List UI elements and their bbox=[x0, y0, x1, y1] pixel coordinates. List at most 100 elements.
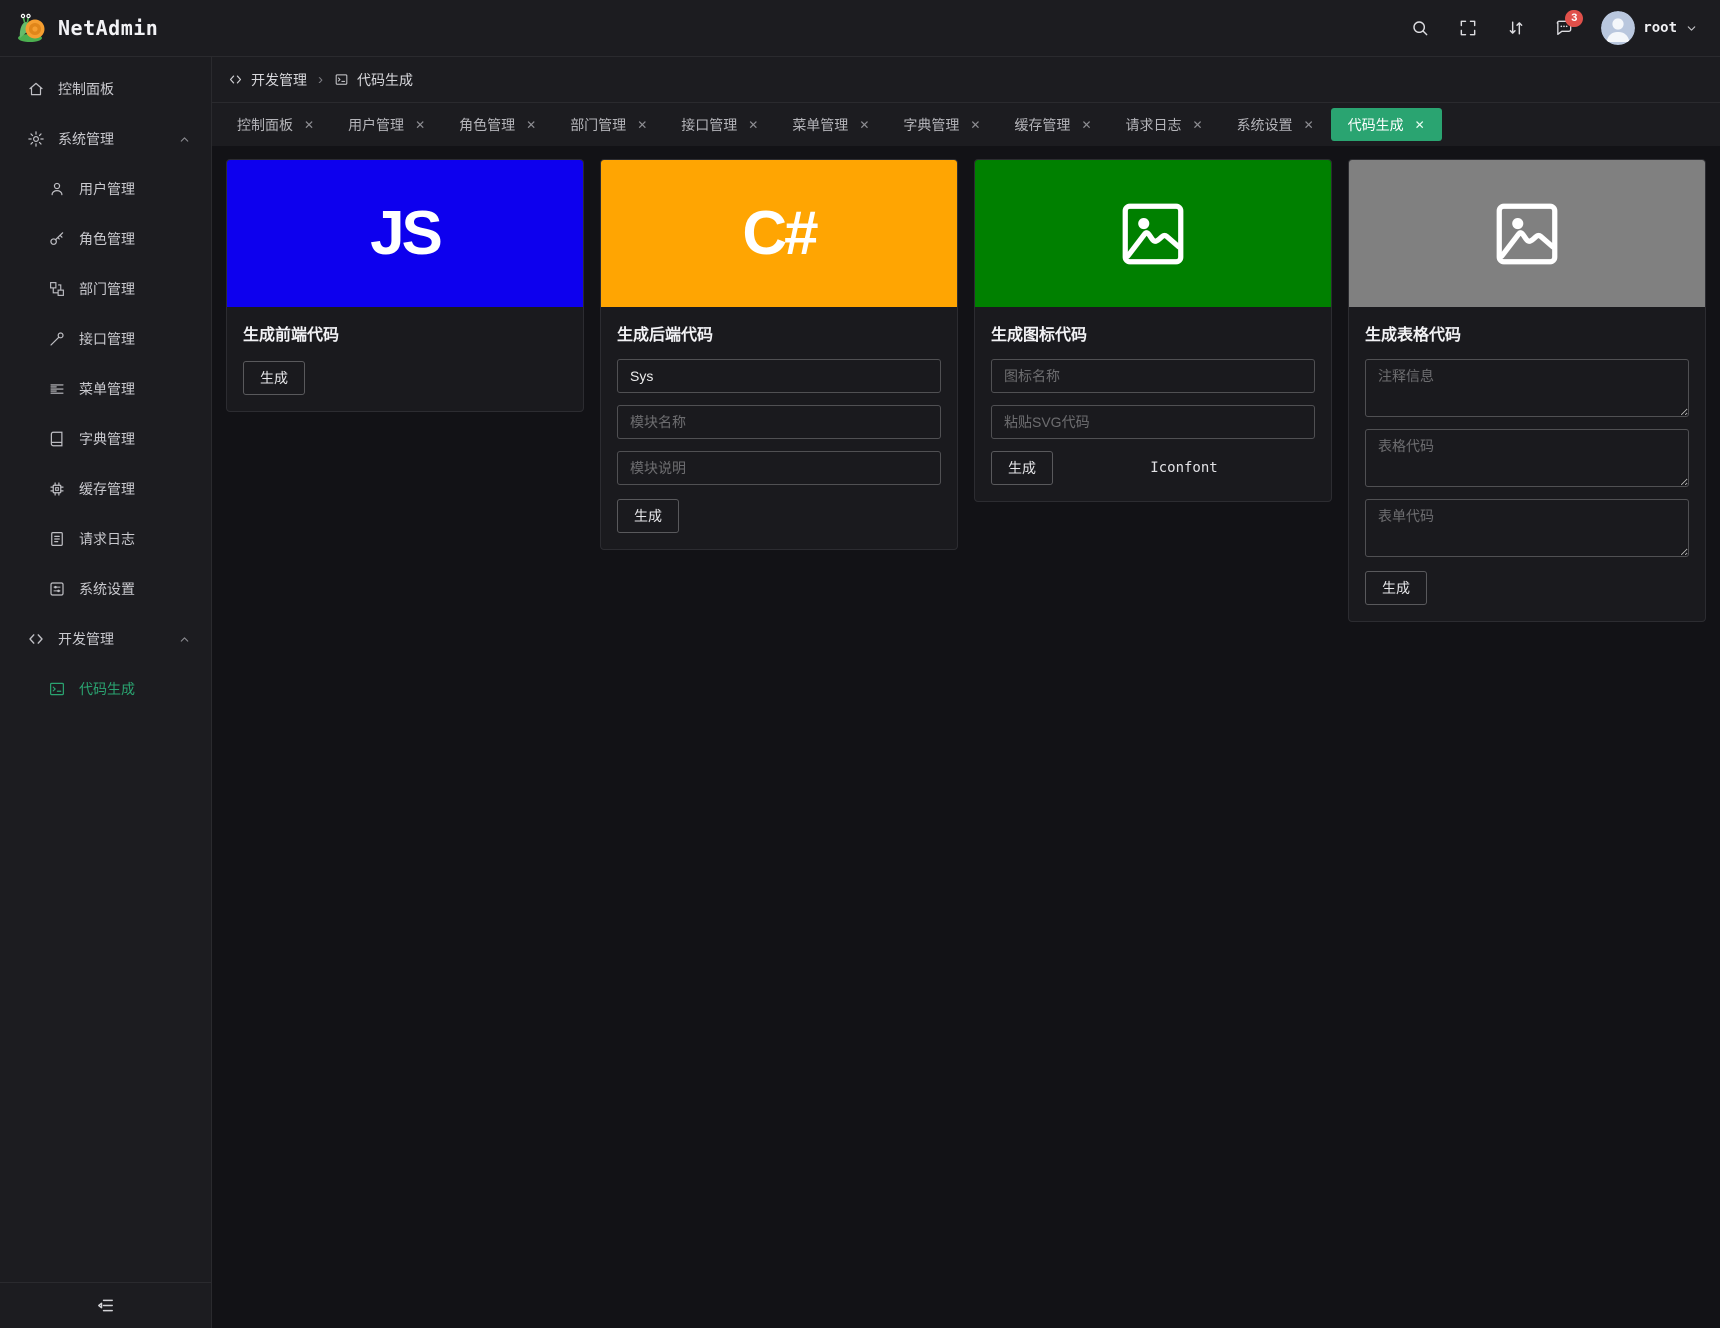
snail-icon bbox=[16, 12, 48, 44]
api-icon bbox=[48, 330, 66, 348]
sidebar-item-api[interactable]: 接口管理 bbox=[0, 317, 211, 361]
breadcrumb-item-development[interactable]: 开发管理 bbox=[228, 70, 307, 90]
module-name-input[interactable] bbox=[617, 405, 941, 439]
notifications-button[interactable]: 3 bbox=[1553, 10, 1584, 39]
sidebar-item-cache[interactable]: 缓存管理 bbox=[0, 467, 211, 511]
form-code-textarea[interactable] bbox=[1365, 499, 1689, 557]
tab-cache[interactable]: 缓存管理 ✕ bbox=[997, 108, 1108, 141]
code-icon bbox=[27, 630, 45, 648]
sidebar-item-departments[interactable]: 部门管理 bbox=[0, 267, 211, 311]
user-menu[interactable]: root bbox=[1601, 11, 1698, 45]
card-generate-icon: 生成图标代码 生成 Iconfont bbox=[974, 159, 1332, 502]
menu-fold-icon bbox=[96, 1296, 115, 1315]
close-icon[interactable]: ✕ bbox=[859, 119, 869, 131]
tab-code-generation[interactable]: 代码生成 ✕ bbox=[1330, 108, 1442, 141]
close-icon[interactable]: ✕ bbox=[637, 119, 647, 131]
home-icon bbox=[27, 80, 45, 98]
app-title: NetAdmin bbox=[58, 16, 159, 40]
swap-arrows-icon[interactable] bbox=[1505, 17, 1527, 39]
code-icon bbox=[228, 72, 243, 87]
chevron-up-icon bbox=[178, 633, 191, 646]
generate-icon-button[interactable]: 生成 bbox=[991, 451, 1053, 485]
search-icon[interactable] bbox=[1409, 17, 1431, 39]
module-description-input[interactable] bbox=[617, 451, 941, 485]
sidebar-item-system-settings[interactable]: 系统设置 bbox=[0, 567, 211, 611]
close-icon[interactable]: ✕ bbox=[526, 119, 536, 131]
org-icon bbox=[48, 280, 66, 298]
key-icon bbox=[48, 230, 66, 248]
backend-namespace-input[interactable] bbox=[617, 359, 941, 393]
close-icon[interactable]: ✕ bbox=[415, 119, 425, 131]
tab-dashboard[interactable]: 控制面板 ✕ bbox=[220, 108, 331, 141]
generate-backend-button[interactable]: 生成 bbox=[617, 499, 679, 533]
tab-system-settings[interactable]: 系统设置 ✕ bbox=[1220, 108, 1331, 141]
close-icon[interactable]: ✕ bbox=[1081, 119, 1091, 131]
iconfont-link[interactable]: Iconfont bbox=[1053, 460, 1315, 476]
tab-users[interactable]: 用户管理 ✕ bbox=[331, 108, 442, 141]
card-generate-frontend: JS 生成前端代码 生成 bbox=[226, 159, 584, 412]
breadcrumb-item-code-generation[interactable]: 代码生成 bbox=[334, 70, 413, 90]
card-generate-backend: C# 生成后端代码 生成 bbox=[600, 159, 958, 550]
close-icon[interactable]: ✕ bbox=[1304, 119, 1314, 131]
tab-departments[interactable]: 部门管理 ✕ bbox=[553, 108, 664, 141]
banner-js-text: JS bbox=[370, 199, 443, 268]
generate-table-button[interactable]: 生成 bbox=[1365, 571, 1427, 605]
close-icon[interactable]: ✕ bbox=[1415, 119, 1425, 131]
banner-icon-green bbox=[975, 160, 1331, 307]
tab-api[interactable]: 接口管理 ✕ bbox=[664, 108, 775, 141]
document-icon bbox=[48, 530, 66, 548]
icon-name-input[interactable] bbox=[991, 359, 1315, 393]
tab-dictionaries[interactable]: 字典管理 ✕ bbox=[886, 108, 997, 141]
sidebar-group-development[interactable]: 开发管理 bbox=[0, 617, 211, 661]
sidebar-group-system[interactable]: 系统管理 bbox=[0, 117, 211, 161]
banner-csharp-text: C# bbox=[742, 199, 818, 268]
user-icon bbox=[48, 180, 66, 198]
avatar bbox=[1601, 11, 1635, 45]
sidebar-item-users[interactable]: 用户管理 bbox=[0, 167, 211, 211]
sidebar-item-code-generation[interactable]: 代码生成 bbox=[0, 667, 211, 711]
picture-icon bbox=[1490, 197, 1564, 271]
close-icon[interactable]: ✕ bbox=[304, 119, 314, 131]
sidebar-item-roles[interactable]: 角色管理 bbox=[0, 217, 211, 261]
banner-csharp: C# bbox=[601, 160, 957, 307]
notification-badge: 3 bbox=[1565, 10, 1584, 27]
collapse-sidebar-button[interactable] bbox=[0, 1282, 211, 1328]
sidebar: 控制面板 系统管理 用户管理 角色管理 部门管理 接口管理 菜单管理 字典管理 … bbox=[0, 57, 212, 1328]
banner-js: JS bbox=[227, 160, 583, 307]
comment-info-textarea[interactable] bbox=[1365, 359, 1689, 417]
table-code-textarea[interactable] bbox=[1365, 429, 1689, 487]
card-title: 生成前端代码 bbox=[243, 327, 340, 344]
fullscreen-icon[interactable] bbox=[1457, 17, 1479, 39]
sidebar-item-dictionaries[interactable]: 字典管理 bbox=[0, 417, 211, 461]
breadcrumb-separator: › bbox=[318, 71, 323, 88]
svg-code-input[interactable] bbox=[991, 405, 1315, 439]
brand[interactable]: NetAdmin bbox=[16, 12, 158, 44]
terminal-window-icon bbox=[334, 72, 349, 87]
banner-icon-gray bbox=[1349, 160, 1705, 307]
breadcrumb: 开发管理 › 代码生成 bbox=[212, 57, 1720, 103]
book-icon bbox=[48, 430, 66, 448]
terminal-window-icon bbox=[48, 680, 66, 698]
picture-icon bbox=[1116, 197, 1190, 271]
generate-frontend-button[interactable]: 生成 bbox=[243, 361, 305, 395]
content-area: JS 生成前端代码 生成 C# 生成后端代码 生成 bbox=[212, 146, 1720, 1328]
card-title: 生成图标代码 bbox=[991, 327, 1088, 344]
tab-menus[interactable]: 菜单管理 ✕ bbox=[775, 108, 886, 141]
cpu-icon bbox=[48, 480, 66, 498]
close-icon[interactable]: ✕ bbox=[748, 119, 758, 131]
sidebar-item-menus[interactable]: 菜单管理 bbox=[0, 367, 211, 411]
chevron-up-icon bbox=[178, 133, 191, 146]
sidebar-item-dashboard[interactable]: 控制面板 bbox=[0, 67, 211, 111]
chevron-down-icon bbox=[1685, 22, 1698, 35]
username: root bbox=[1643, 20, 1677, 36]
sidebar-item-request-logs[interactable]: 请求日志 bbox=[0, 517, 211, 561]
tab-roles[interactable]: 角色管理 ✕ bbox=[442, 108, 553, 141]
close-icon[interactable]: ✕ bbox=[1193, 119, 1203, 131]
close-icon[interactable]: ✕ bbox=[970, 119, 980, 131]
tab-strip: 控制面板 ✕ 用户管理 ✕ 角色管理 ✕ 部门管理 ✕ 接口管理 ✕ 菜单管理 ✕ 字典管理… bbox=[212, 103, 1720, 146]
menu-list-icon bbox=[48, 380, 66, 398]
gear-icon bbox=[27, 130, 45, 148]
tab-request-logs[interactable]: 请求日志 ✕ bbox=[1109, 108, 1220, 141]
settings-panel-icon bbox=[48, 580, 66, 598]
app-header: NetAdmin 3 root bbox=[0, 0, 1720, 57]
